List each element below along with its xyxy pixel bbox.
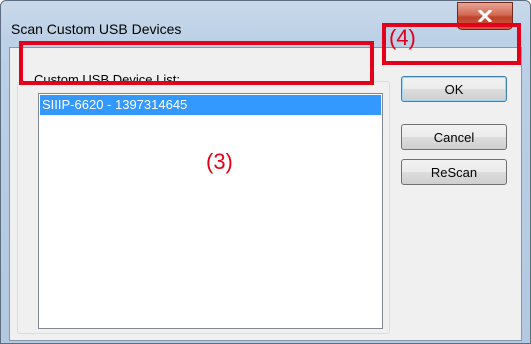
annotation-marker-3: (3)	[206, 149, 233, 174]
window-title: Scan Custom USB Devices	[11, 21, 182, 37]
dialog-client-area: Custom USB Device List: SIIIP-6620 - 139…	[9, 47, 522, 341]
close-x-icon	[478, 10, 492, 22]
dialog-window: Scan Custom USB Devices Custom USB Devic…	[0, 0, 531, 344]
annotation-highlight-device-item	[19, 41, 374, 85]
cancel-button[interactable]: Cancel	[401, 124, 507, 150]
device-listbox[interactable]: SIIIP-6620 - 1397314645	[38, 93, 383, 329]
list-item[interactable]: SIIIP-6620 - 1397314645	[40, 95, 381, 115]
ok-button[interactable]: OK	[401, 76, 507, 102]
annotation-marker-4: (4)	[389, 25, 416, 50]
rescan-button[interactable]: ReScan	[401, 159, 507, 185]
